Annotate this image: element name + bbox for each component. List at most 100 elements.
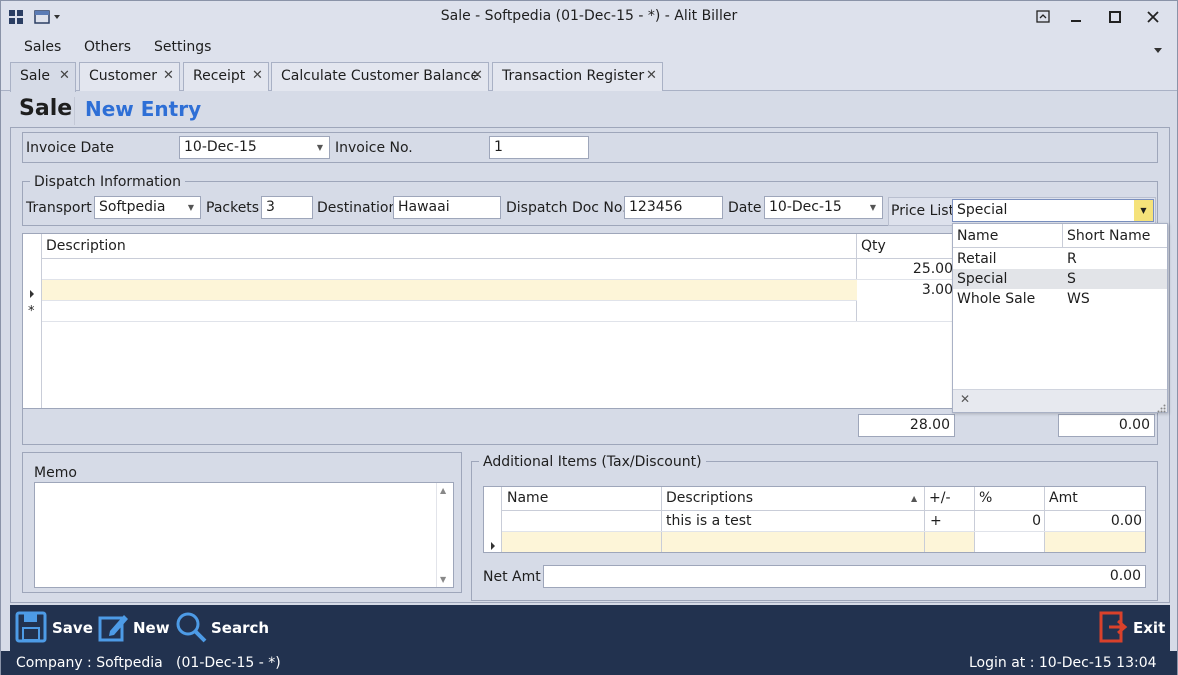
memo-label: Memo [34,465,77,481]
column-header-sign[interactable]: +/- [929,490,951,506]
chevron-down-icon[interactable]: ▼ [313,140,327,155]
item-qty[interactable]: 3.00 [861,282,953,298]
close-icon[interactable] [1136,3,1170,31]
minimize-icon[interactable] [1059,3,1093,31]
additional-percent[interactable]: 0 [979,513,1041,529]
additional-sign[interactable]: + [930,513,942,529]
popup-close-icon[interactable]: ✕ [960,392,970,406]
pricelist-name[interactable]: Whole Sale [957,291,1035,307]
popup-column-divider [1062,224,1063,248]
dispatch-date-field[interactable]: 10-Dec-15 ▼ [764,196,883,219]
item-qty[interactable]: 25.00 [861,261,953,277]
search-button[interactable]: Search [211,619,269,637]
tab-label: Calculate Customer Balance [281,68,480,84]
dispatch-group-label: Dispatch Information [30,174,185,190]
popup-footer [953,389,1167,412]
chevron-down-icon[interactable]: ▼ [866,200,880,215]
pricelist-short[interactable]: S [1067,271,1076,287]
tab-close-icon[interactable]: ✕ [252,68,263,83]
invoice-date-label: Invoice Date [26,140,114,156]
row-pointer-icon [29,286,35,298]
popup-header-short-name[interactable]: Short Name [1067,228,1150,244]
menu-sales[interactable]: Sales [24,39,61,55]
transport-field[interactable]: Softpedia ▼ [94,196,201,219]
page-subtitle: New Entry [85,97,202,121]
new-row-asterisk-icon: * [28,304,35,319]
total-amount-field: 0.00 [1058,414,1155,437]
maximize-icon[interactable] [1098,3,1132,31]
dispatch-doc-label: Dispatch Doc No. [506,200,627,216]
status-company: Company : Softpedia (01-Dec-15 - *) [16,655,281,671]
table-row-selected[interactable] [502,532,661,552]
transport-label: Transport [26,200,92,216]
resize-grip-icon[interactable] [1157,401,1166,413]
save-icon[interactable] [15,611,47,643]
tab-close-icon[interactable]: ✕ [472,68,483,83]
dispatch-date-label: Date [728,200,762,216]
invoice-no-label: Invoice No. [335,140,413,156]
tab-receipt[interactable]: Receipt ✕ [183,62,269,91]
column-header-qty[interactable]: Qty [861,238,886,254]
menu-settings[interactable]: Settings [154,39,211,55]
price-list-label: Price List [891,203,955,219]
restore-icon[interactable] [1026,3,1060,31]
scroll-down-icon[interactable]: ▼ [440,575,446,584]
exit-button[interactable]: Exit [1133,619,1165,637]
table-row-selected[interactable] [42,280,857,301]
tab-label: Sale [20,68,50,84]
additional-items-label: Additional Items (Tax/Discount) [479,454,706,470]
selected-cell[interactable] [1045,532,1145,552]
selected-cell[interactable] [925,532,974,552]
column-header-description[interactable]: Description [46,238,126,254]
transport-value: Softpedia [99,199,166,215]
chevron-down-icon[interactable]: ▼ [184,200,198,215]
pricelist-name[interactable]: Special [957,271,1007,287]
header-divider [74,97,75,125]
page-title: Sale [19,96,73,121]
sort-ascending-icon[interactable]: ▲ [911,494,917,503]
price-list-field[interactable]: Special [952,199,1154,222]
chevron-down-icon: ▼ [1140,206,1147,215]
destination-field[interactable]: Hawaai [393,196,501,219]
dispatch-doc-field[interactable]: 123456 [624,196,723,219]
pricelist-short[interactable]: R [1067,251,1077,267]
popup-header-name[interactable]: Name [957,228,998,244]
additional-amt[interactable]: 0.00 [1049,513,1142,529]
memo-scrollbar[interactable] [436,483,453,587]
packets-label: Packets [206,200,260,216]
new-icon[interactable] [98,611,130,643]
invoice-date-value: 10-Dec-15 [184,139,257,155]
pricelist-short[interactable]: WS [1067,291,1090,307]
scroll-up-icon[interactable]: ▲ [440,486,446,495]
menu-chevron-down-icon[interactable] [1153,43,1163,53]
tab-transaction-register[interactable]: Transaction Register ✕ [492,62,663,91]
selected-cell[interactable] [662,532,924,552]
menu-others[interactable]: Others [84,39,131,55]
tab-close-icon[interactable]: ✕ [59,68,70,83]
tab-close-icon[interactable]: ✕ [163,68,174,83]
pricelist-name[interactable]: Retail [957,251,997,267]
new-button[interactable]: New [133,619,170,637]
search-icon[interactable] [175,611,207,643]
app-window: Sale - Softpedia (01-Dec-15 - *) - Alit … [0,0,1178,675]
additional-desc[interactable]: this is a test [666,513,752,529]
save-button[interactable]: Save [52,619,93,637]
packets-field[interactable]: 3 [261,196,313,219]
net-amt-label: Net Amt [483,569,541,585]
memo-textarea[interactable] [34,482,454,588]
column-header-percent[interactable]: % [979,490,992,506]
row-indicator-column [23,234,42,408]
invoice-no-field[interactable]: 1 [489,136,589,159]
tab-close-icon[interactable]: ✕ [646,68,657,83]
invoice-date-field[interactable]: 10-Dec-15 ▼ [179,136,330,159]
column-header-name[interactable]: Name [507,490,548,506]
column-header-descriptions[interactable]: Descriptions [666,490,753,506]
tab-customer[interactable]: Customer ✕ [79,62,180,91]
exit-icon[interactable] [1099,611,1129,643]
tab-sale[interactable]: Sale ✕ [10,62,76,92]
tab-calculate-customer-balance[interactable]: Calculate Customer Balance ✕ [271,62,489,91]
destination-label: Destination [317,200,398,216]
price-list-dropdown-button[interactable]: ▼ [1134,200,1153,221]
items-footer [22,409,1158,445]
column-header-amt[interactable]: Amt [1049,490,1078,506]
